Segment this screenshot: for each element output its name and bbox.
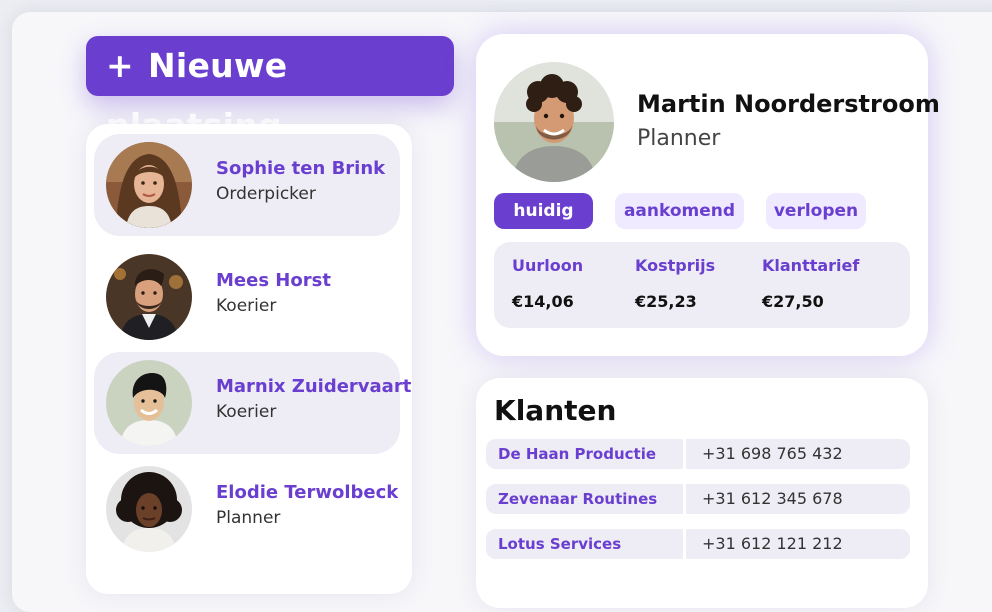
tab-aankomend[interactable]: aankomend xyxy=(615,193,744,229)
list-item[interactable]: Elodie Terwolbeck Planner xyxy=(94,458,400,560)
profile-card: Martin Noorderstroom Planner huidig aank… xyxy=(476,34,940,356)
row-divider xyxy=(683,439,686,469)
people-list: Sophie ten Brink Orderpicker Mees Horst … xyxy=(86,124,412,594)
client-phone: +31 612 121 212 xyxy=(702,534,843,553)
person-name: Marnix Zuidervaart xyxy=(216,376,412,397)
list-item[interactable]: Sophie ten Brink Orderpicker xyxy=(94,134,400,236)
profile-role: Planner xyxy=(637,126,721,151)
rate-stats: Uurloon €14,06 Kostprijs €25,23 Klanttar… xyxy=(494,242,910,328)
client-name: Zevenaar Routines xyxy=(498,490,658,508)
stat-label-kostprijs: Kostprijs xyxy=(635,256,716,275)
person-role: Koerier xyxy=(216,296,277,316)
client-name: De Haan Productie xyxy=(498,445,657,463)
person-name: Mees Horst xyxy=(216,270,331,291)
profile-name: Martin Noorderstroom xyxy=(637,90,940,118)
list-item[interactable]: Mees Horst Koerier xyxy=(94,246,400,348)
person-name: Elodie Terwolbeck xyxy=(216,482,399,503)
woman-long-brown-hair-avatar xyxy=(106,142,192,228)
stat-value-klanttarief: €27,50 xyxy=(762,292,824,311)
stat-value-uurloon: €14,06 xyxy=(512,292,574,311)
table-row[interactable]: Zevenaar Routines +31 612 345 678 xyxy=(486,484,910,514)
tab-huidig[interactable]: huidig xyxy=(494,193,593,229)
person-role: Planner xyxy=(216,508,281,528)
person-role: Orderpicker xyxy=(216,184,316,204)
new-post-button[interactable]: +Nieuwe plaatsing xyxy=(86,36,454,145)
person-name: Sophie ten Brink xyxy=(216,158,386,179)
young-man-smiling-avatar xyxy=(106,360,192,446)
woman-curly-hair-avatar xyxy=(106,466,192,552)
plus-icon: + xyxy=(106,46,134,85)
row-divider xyxy=(683,484,686,514)
man-beard-quiff-avatar xyxy=(106,254,192,340)
stat-label-klanttarief: Klanttarief xyxy=(762,256,860,275)
row-divider xyxy=(683,529,686,559)
tab-verlopen[interactable]: verlopen xyxy=(766,193,866,229)
client-name: Lotus Services xyxy=(498,535,622,553)
person-role: Koerier xyxy=(216,402,277,422)
client-phone: +31 698 765 432 xyxy=(702,444,843,463)
clients-title: Klanten xyxy=(494,394,617,427)
list-item[interactable]: Marnix Zuidervaart Koerier xyxy=(94,352,411,454)
stat-label-uurloon: Uurloon xyxy=(512,256,584,275)
table-row[interactable]: De Haan Productie +31 698 765 432 xyxy=(486,439,910,469)
man-curly-hair-smiling-avatar xyxy=(494,62,614,182)
client-phone: +31 612 345 678 xyxy=(702,489,843,508)
stat-value-kostprijs: €25,23 xyxy=(635,292,697,311)
table-row[interactable]: Lotus Services +31 612 121 212 xyxy=(486,529,910,559)
clients-card: Klanten De Haan Productie +31 698 765 43… xyxy=(476,378,928,608)
